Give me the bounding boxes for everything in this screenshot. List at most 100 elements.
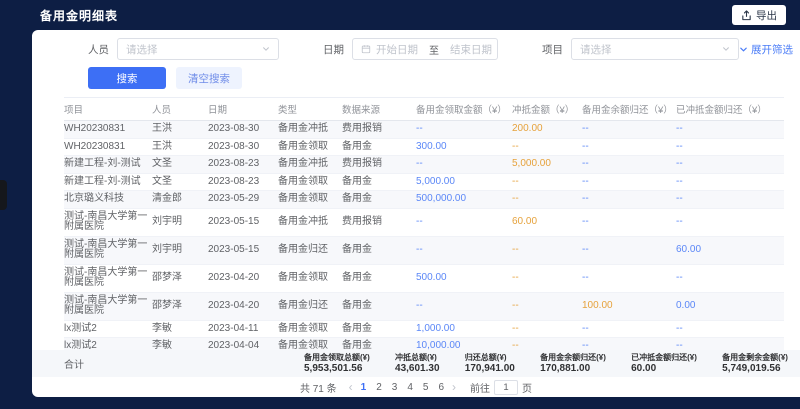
search-button[interactable]: 搜索 bbox=[88, 67, 166, 89]
cell-offset-return: -- bbox=[676, 320, 784, 338]
cell-offset-return: -- bbox=[676, 191, 784, 209]
cell-offset: -- bbox=[512, 292, 582, 320]
page-number-1[interactable]: 1 bbox=[361, 382, 367, 393]
cell-source: 备用金 bbox=[342, 173, 416, 191]
page-number-6[interactable]: 6 bbox=[438, 382, 444, 393]
cell-source: 费用报销 bbox=[342, 121, 416, 139]
cell-person: 刘宇明 bbox=[152, 236, 208, 264]
cell-date: 2023-05-15 bbox=[208, 236, 278, 264]
goto-page-input[interactable] bbox=[494, 380, 518, 395]
table-row: WH20230831王洪2023-08-30备用金冲抵费用报销--200.00-… bbox=[64, 121, 784, 139]
page-numbers: 123456 bbox=[361, 382, 444, 393]
date-range-picker[interactable]: 开始日期 至 结束日期 bbox=[352, 38, 498, 60]
cell-project: WH20230831 bbox=[64, 138, 152, 156]
clear-search-button[interactable]: 清空搜索 bbox=[176, 67, 242, 89]
table-row: 新建工程-刘-测试文圣2023-08-23备用金冲抵费用报销--5,000.00… bbox=[64, 156, 784, 174]
cell-date: 2023-08-23 bbox=[208, 173, 278, 191]
cell-person: 李敏 bbox=[152, 320, 208, 338]
cell-date: 2023-08-30 bbox=[208, 121, 278, 139]
cell-date: 2023-08-30 bbox=[208, 138, 278, 156]
export-button[interactable]: 导出 bbox=[732, 5, 786, 25]
cell-offset: -- bbox=[512, 264, 582, 292]
cell-person: 王洪 bbox=[152, 121, 208, 139]
cell-project: lx测试2 bbox=[64, 320, 152, 338]
cell-source: 备用金 bbox=[342, 138, 416, 156]
records-table: 项目人员日期类型数据来源备用金领取金额（¥）冲抵金额（¥）备用金余额归还（¥）已… bbox=[64, 97, 784, 350]
cell-offset-return: -- bbox=[676, 208, 784, 236]
project-select[interactable]: 请选择 bbox=[571, 38, 739, 60]
cell-receive: -- bbox=[416, 156, 512, 174]
cell-type: 备用金领取 bbox=[278, 264, 342, 292]
cell-date: 2023-05-15 bbox=[208, 208, 278, 236]
column-header-5: 备用金领取金额（¥） bbox=[416, 98, 512, 121]
cell-person: 文圣 bbox=[152, 156, 208, 174]
cell-source: 备用金 bbox=[342, 320, 416, 338]
cell-project: 测试-南昌大学第一附属医院 bbox=[64, 264, 152, 292]
goto-suffix-label: 页 bbox=[522, 380, 532, 395]
summary-item-value: 43,601.30 bbox=[395, 363, 440, 374]
cell-project: 测试-南昌大学第一附属医院 bbox=[64, 236, 152, 264]
table-row: 测试-南昌大学第一附属医院邵梦泽2023-04-20备用金归还备用金----10… bbox=[64, 292, 784, 320]
cell-date: 2023-04-11 bbox=[208, 320, 278, 338]
column-header-3: 类型 bbox=[278, 98, 342, 121]
expand-filter-label: 展开筛选 bbox=[751, 42, 793, 57]
cell-project: 测试-南昌大学第一附属医院 bbox=[64, 208, 152, 236]
cell-balance-return: -- bbox=[582, 208, 676, 236]
drawer-handle[interactable] bbox=[0, 180, 7, 210]
pagination-total: 共 71 条 bbox=[300, 380, 337, 395]
pagination: 共 71 条 ‹ 123456 › 前往 页 bbox=[32, 377, 800, 397]
table-body: WH20230831王洪2023-08-30备用金冲抵费用报销--200.00-… bbox=[64, 121, 784, 351]
cell-receive: -- bbox=[416, 292, 512, 320]
column-header-8: 已冲抵金额归还（¥） bbox=[676, 98, 784, 121]
person-placeholder: 请选择 bbox=[126, 42, 158, 57]
cell-receive: 5,000.00 bbox=[416, 173, 512, 191]
cell-balance-return: -- bbox=[582, 138, 676, 156]
cell-date: 2023-04-20 bbox=[208, 292, 278, 320]
date-filter: 日期 开始日期 至 结束日期 bbox=[323, 38, 498, 60]
cell-person: 清金郎 bbox=[152, 191, 208, 209]
cell-offset: -- bbox=[512, 173, 582, 191]
export-label: 导出 bbox=[756, 8, 777, 23]
cell-project: 测试-南昌大学第一附属医院 bbox=[64, 292, 152, 320]
summary-item-value: 5,953,501.56 bbox=[304, 363, 370, 374]
cell-type: 备用金领取 bbox=[278, 173, 342, 191]
cell-balance-return: -- bbox=[582, 338, 676, 351]
filter-row: 人员 请选择 日期 开始日期 至 结束日期 项目 请选择 bbox=[88, 38, 782, 60]
table-row: lx测试2李敏2023-04-11备用金领取备用金1,000.00------ bbox=[64, 320, 784, 338]
cell-balance-return: 100.00 bbox=[582, 292, 676, 320]
cell-person: 王洪 bbox=[152, 138, 208, 156]
table-row: 测试-南昌大学第一附属医院刘宇明2023-05-15备用金冲抵费用报销--60.… bbox=[64, 208, 784, 236]
cell-project: lx测试2 bbox=[64, 338, 152, 351]
cell-offset: 60.00 bbox=[512, 208, 582, 236]
summary-item-label: 备用金余额归还(¥) bbox=[540, 353, 606, 363]
summary-item-label: 备用金剩余金额(¥) bbox=[722, 353, 788, 363]
cell-balance-return: -- bbox=[582, 191, 676, 209]
cell-person: 邵梦泽 bbox=[152, 292, 208, 320]
next-page-button[interactable]: › bbox=[452, 382, 456, 392]
column-header-4: 数据来源 bbox=[342, 98, 416, 121]
cell-type: 备用金领取 bbox=[278, 338, 342, 351]
page-number-2[interactable]: 2 bbox=[376, 382, 382, 393]
summary-item: 冲抵总额(¥)43,601.30 bbox=[395, 353, 440, 374]
page-number-4[interactable]: 4 bbox=[407, 382, 413, 393]
expand-filter-link[interactable]: 展开筛选 bbox=[739, 42, 793, 57]
cell-balance-return: -- bbox=[582, 320, 676, 338]
column-header-7: 备用金余额归还（¥） bbox=[582, 98, 676, 121]
goto-prefix-label: 前往 bbox=[470, 380, 490, 395]
summary-item-value: 170,881.00 bbox=[540, 363, 606, 374]
cell-receive: -- bbox=[416, 236, 512, 264]
person-select[interactable]: 请选择 bbox=[117, 38, 279, 60]
summary-item-value: 170,941.00 bbox=[465, 363, 515, 374]
page-number-3[interactable]: 3 bbox=[392, 382, 398, 393]
cell-source: 备用金 bbox=[342, 264, 416, 292]
table-header-row: 项目人员日期类型数据来源备用金领取金额（¥）冲抵金额（¥）备用金余额归还（¥）已… bbox=[64, 98, 784, 121]
calendar-icon bbox=[361, 44, 371, 54]
date-separator: 至 bbox=[429, 42, 439, 57]
cell-offset-return: -- bbox=[676, 264, 784, 292]
person-filter: 人员 请选择 bbox=[88, 38, 279, 60]
page-number-5[interactable]: 5 bbox=[423, 382, 429, 393]
project-filter: 项目 请选择 bbox=[542, 38, 739, 60]
action-row: 搜索 清空搜索 bbox=[88, 67, 800, 89]
prev-page-button[interactable]: ‹ bbox=[349, 382, 353, 392]
cell-offset: -- bbox=[512, 338, 582, 351]
